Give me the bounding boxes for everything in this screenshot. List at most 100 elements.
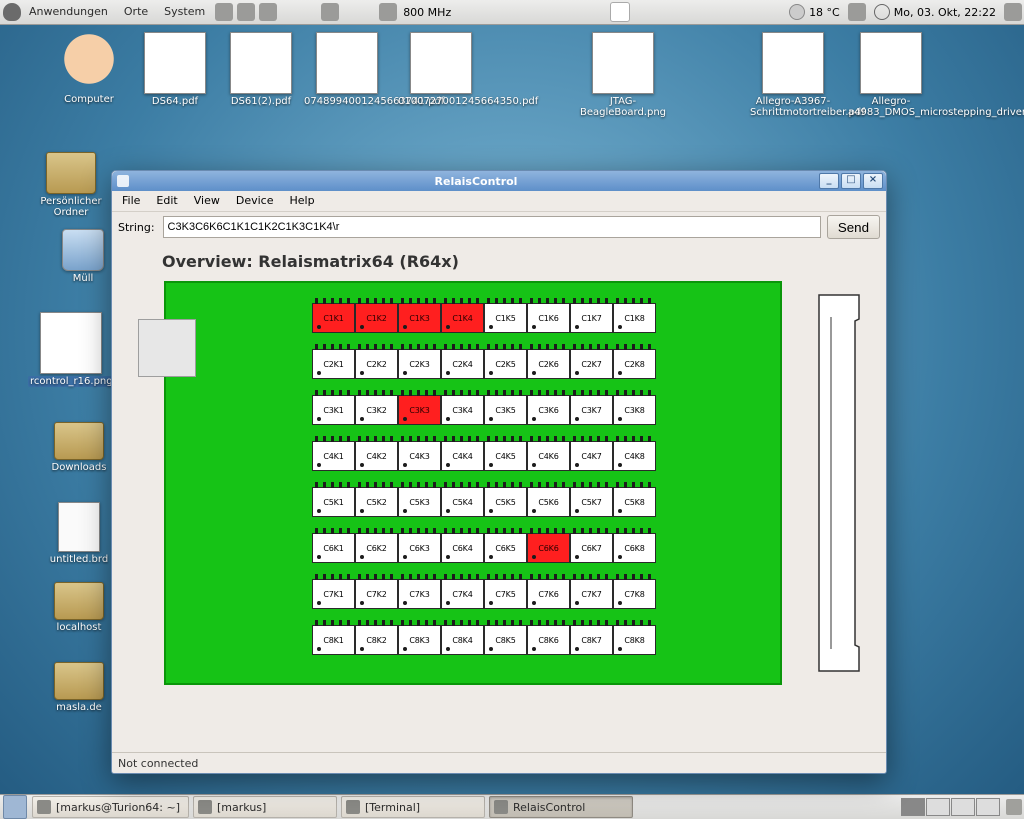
relay-c1k5[interactable]: C1K5 xyxy=(484,303,527,333)
relay-c4k3[interactable]: C4K3 xyxy=(398,441,441,471)
relay-c6k8[interactable]: C6K8 xyxy=(613,533,656,563)
relay-c2k1[interactable]: C2K1 xyxy=(312,349,355,379)
workspace-pager[interactable] xyxy=(901,798,1000,816)
relay-c8k3[interactable]: C8K3 xyxy=(398,625,441,655)
desktop-icon-personal[interactable]: Persönlicher Ordner xyxy=(28,152,114,218)
relay-c4k2[interactable]: C4K2 xyxy=(355,441,398,471)
relay-c6k1[interactable]: C6K1 xyxy=(312,533,355,563)
desktop-icon-ds61[interactable]: DS61(2).pdf xyxy=(218,32,304,107)
relay-c5k1[interactable]: C5K1 xyxy=(312,487,355,517)
send-button[interactable]: Send xyxy=(827,215,880,239)
string-input[interactable] xyxy=(163,216,821,238)
relay-c7k4[interactable]: C7K4 xyxy=(441,579,484,609)
relay-c3k3[interactable]: C3K3 xyxy=(398,395,441,425)
minimize-button[interactable]: _ xyxy=(819,173,839,189)
relay-c3k1[interactable]: C3K1 xyxy=(312,395,355,425)
relay-c6k3[interactable]: C6K3 xyxy=(398,533,441,563)
gnome-menu-icon[interactable] xyxy=(3,3,21,21)
relay-c8k2[interactable]: C8K2 xyxy=(355,625,398,655)
relay-c8k4[interactable]: C8K4 xyxy=(441,625,484,655)
relay-c1k4[interactable]: C1K4 xyxy=(441,303,484,333)
show-desktop-button[interactable] xyxy=(3,795,27,819)
relay-c3k8[interactable]: C3K8 xyxy=(613,395,656,425)
weather-indicator[interactable]: 18 °C xyxy=(783,4,846,20)
relay-c7k1[interactable]: C7K1 xyxy=(312,579,355,609)
desktop-icon-rcontrol[interactable]: rcontrol_r16.png xyxy=(28,312,114,387)
menu-places[interactable]: Orte xyxy=(116,0,156,24)
relay-c6k4[interactable]: C6K4 xyxy=(441,533,484,563)
workspace-3[interactable] xyxy=(951,798,975,816)
desktop-icon-masla[interactable]: masla.de xyxy=(36,662,122,713)
relay-c7k2[interactable]: C7K2 xyxy=(355,579,398,609)
relay-c3k2[interactable]: C3K2 xyxy=(355,395,398,425)
close-button[interactable]: × xyxy=(863,173,883,189)
relay-c1k3[interactable]: C1K3 xyxy=(398,303,441,333)
menu-view[interactable]: View xyxy=(186,191,228,211)
desktop-icon-long1[interactable]: 0748994001245663741.pdf xyxy=(304,32,390,107)
relay-c1k2[interactable]: C1K2 xyxy=(355,303,398,333)
relay-c6k2[interactable]: C6K2 xyxy=(355,533,398,563)
cpu-freq-indicator[interactable]: 800 MHz xyxy=(371,3,457,21)
relay-c7k6[interactable]: C7K6 xyxy=(527,579,570,609)
relay-c8k1[interactable]: C8K1 xyxy=(312,625,355,655)
relay-c6k7[interactable]: C6K7 xyxy=(570,533,613,563)
relay-c1k7[interactable]: C1K7 xyxy=(570,303,613,333)
relay-c4k8[interactable]: C4K8 xyxy=(613,441,656,471)
task-button-2[interactable]: [Terminal] xyxy=(341,796,485,818)
titlebar[interactable]: RelaisControl _ □ × xyxy=(112,171,886,191)
relay-c7k7[interactable]: C7K7 xyxy=(570,579,613,609)
relay-c6k5[interactable]: C6K5 xyxy=(484,533,527,563)
task-button-0[interactable]: [markus@Turion64: ~] xyxy=(32,796,189,818)
menu-device[interactable]: Device xyxy=(228,191,282,211)
relay-c2k5[interactable]: C2K5 xyxy=(484,349,527,379)
relay-c7k5[interactable]: C7K5 xyxy=(484,579,527,609)
desktop-icon-allegro1[interactable]: Allegro-A3967-Schrittmotortreiber.pdf xyxy=(750,32,836,118)
task-button-1[interactable]: [markus] xyxy=(193,796,337,818)
network-icon[interactable] xyxy=(848,3,866,21)
applet-icon[interactable] xyxy=(610,2,630,22)
relay-c4k1[interactable]: C4K1 xyxy=(312,441,355,471)
relay-c5k6[interactable]: C5K6 xyxy=(527,487,570,517)
desktop-icon-downloads[interactable]: Downloads xyxy=(36,422,122,473)
relay-c8k8[interactable]: C8K8 xyxy=(613,625,656,655)
relay-c2k8[interactable]: C2K8 xyxy=(613,349,656,379)
relay-c1k6[interactable]: C1K6 xyxy=(527,303,570,333)
relay-c2k2[interactable]: C2K2 xyxy=(355,349,398,379)
relay-c5k2[interactable]: C5K2 xyxy=(355,487,398,517)
applet-icon[interactable] xyxy=(237,3,255,21)
tray-icon[interactable] xyxy=(1006,799,1022,815)
relay-c2k6[interactable]: C2K6 xyxy=(527,349,570,379)
relay-c3k7[interactable]: C3K7 xyxy=(570,395,613,425)
relay-c3k5[interactable]: C3K5 xyxy=(484,395,527,425)
relay-c2k3[interactable]: C2K3 xyxy=(398,349,441,379)
workspace-1[interactable] xyxy=(901,798,925,816)
relay-c8k6[interactable]: C8K6 xyxy=(527,625,570,655)
desktop-icon-jtag[interactable]: JTAG-BeagleBoard.png xyxy=(580,32,666,118)
relay-c3k4[interactable]: C3K4 xyxy=(441,395,484,425)
applet-icon[interactable] xyxy=(321,3,339,21)
desktop-icon-computer[interactable]: Computer xyxy=(46,32,132,105)
relay-c5k7[interactable]: C5K7 xyxy=(570,487,613,517)
relay-c5k3[interactable]: C5K3 xyxy=(398,487,441,517)
clock[interactable]: Mo, 03. Okt, 22:22 xyxy=(868,4,1002,20)
relay-c5k5[interactable]: C5K5 xyxy=(484,487,527,517)
applet-icon[interactable] xyxy=(259,3,277,21)
relay-c2k4[interactable]: C2K4 xyxy=(441,349,484,379)
menu-system[interactable]: System xyxy=(156,0,213,24)
menu-file[interactable]: File xyxy=(114,191,148,211)
relay-c5k8[interactable]: C5K8 xyxy=(613,487,656,517)
relay-c8k7[interactable]: C8K7 xyxy=(570,625,613,655)
relay-c5k4[interactable]: C5K4 xyxy=(441,487,484,517)
menu-edit[interactable]: Edit xyxy=(148,191,185,211)
workspace-2[interactable] xyxy=(926,798,950,816)
relay-c7k3[interactable]: C7K3 xyxy=(398,579,441,609)
applet-icon[interactable] xyxy=(215,3,233,21)
desktop-icon-ds64[interactable]: DS64.pdf xyxy=(132,32,218,107)
menu-applications[interactable]: Anwendungen xyxy=(21,0,116,24)
maximize-button[interactable]: □ xyxy=(841,173,861,189)
relay-c4k5[interactable]: C4K5 xyxy=(484,441,527,471)
desktop-icon-allegro2[interactable]: Allegro-a4983_DMOS_microstepping_driver_… xyxy=(848,32,934,118)
relay-c1k8[interactable]: C1K8 xyxy=(613,303,656,333)
menu-help[interactable]: Help xyxy=(281,191,322,211)
relay-c2k7[interactable]: C2K7 xyxy=(570,349,613,379)
